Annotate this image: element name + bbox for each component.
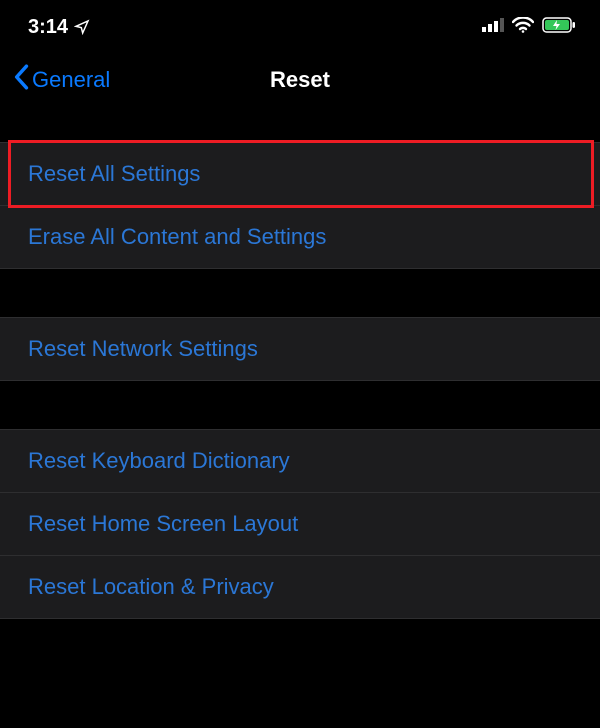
group-spacer	[0, 381, 600, 429]
location-arrow-icon	[74, 19, 90, 35]
settings-group: Reset All Settings Erase All Content and…	[0, 142, 600, 269]
back-label: General	[32, 67, 110, 93]
row-label: Reset All Settings	[28, 161, 200, 186]
row-label: Reset Location & Privacy	[28, 574, 274, 599]
navigation-bar: General Reset	[0, 50, 600, 110]
row-label: Reset Network Settings	[28, 336, 258, 361]
reset-network-settings-row[interactable]: Reset Network Settings	[0, 318, 600, 380]
reset-keyboard-dictionary-row[interactable]: Reset Keyboard Dictionary	[0, 430, 600, 492]
cellular-signal-icon	[482, 18, 504, 37]
page-title: Reset	[270, 67, 330, 93]
reset-location-privacy-row[interactable]: Reset Location & Privacy	[0, 555, 600, 618]
settings-group: Reset Network Settings	[0, 317, 600, 381]
reset-home-screen-layout-row[interactable]: Reset Home Screen Layout	[0, 492, 600, 555]
row-label: Reset Home Screen Layout	[28, 511, 298, 536]
erase-all-content-row[interactable]: Erase All Content and Settings	[0, 205, 600, 268]
row-label: Reset Keyboard Dictionary	[28, 448, 290, 473]
status-right	[482, 17, 576, 38]
reset-all-settings-row[interactable]: Reset All Settings	[0, 143, 600, 205]
row-label: Erase All Content and Settings	[28, 224, 326, 249]
status-left: 3:14	[28, 16, 90, 39]
status-time: 3:14	[28, 16, 68, 39]
back-button[interactable]: General	[12, 64, 110, 96]
group-spacer	[0, 269, 600, 317]
wifi-icon	[512, 17, 534, 38]
battery-charging-icon	[542, 17, 576, 38]
settings-group: Reset Keyboard Dictionary Reset Home Scr…	[0, 429, 600, 619]
content: Reset All Settings Erase All Content and…	[0, 110, 600, 619]
status-bar: 3:14	[0, 0, 600, 50]
chevron-left-icon	[12, 64, 30, 96]
